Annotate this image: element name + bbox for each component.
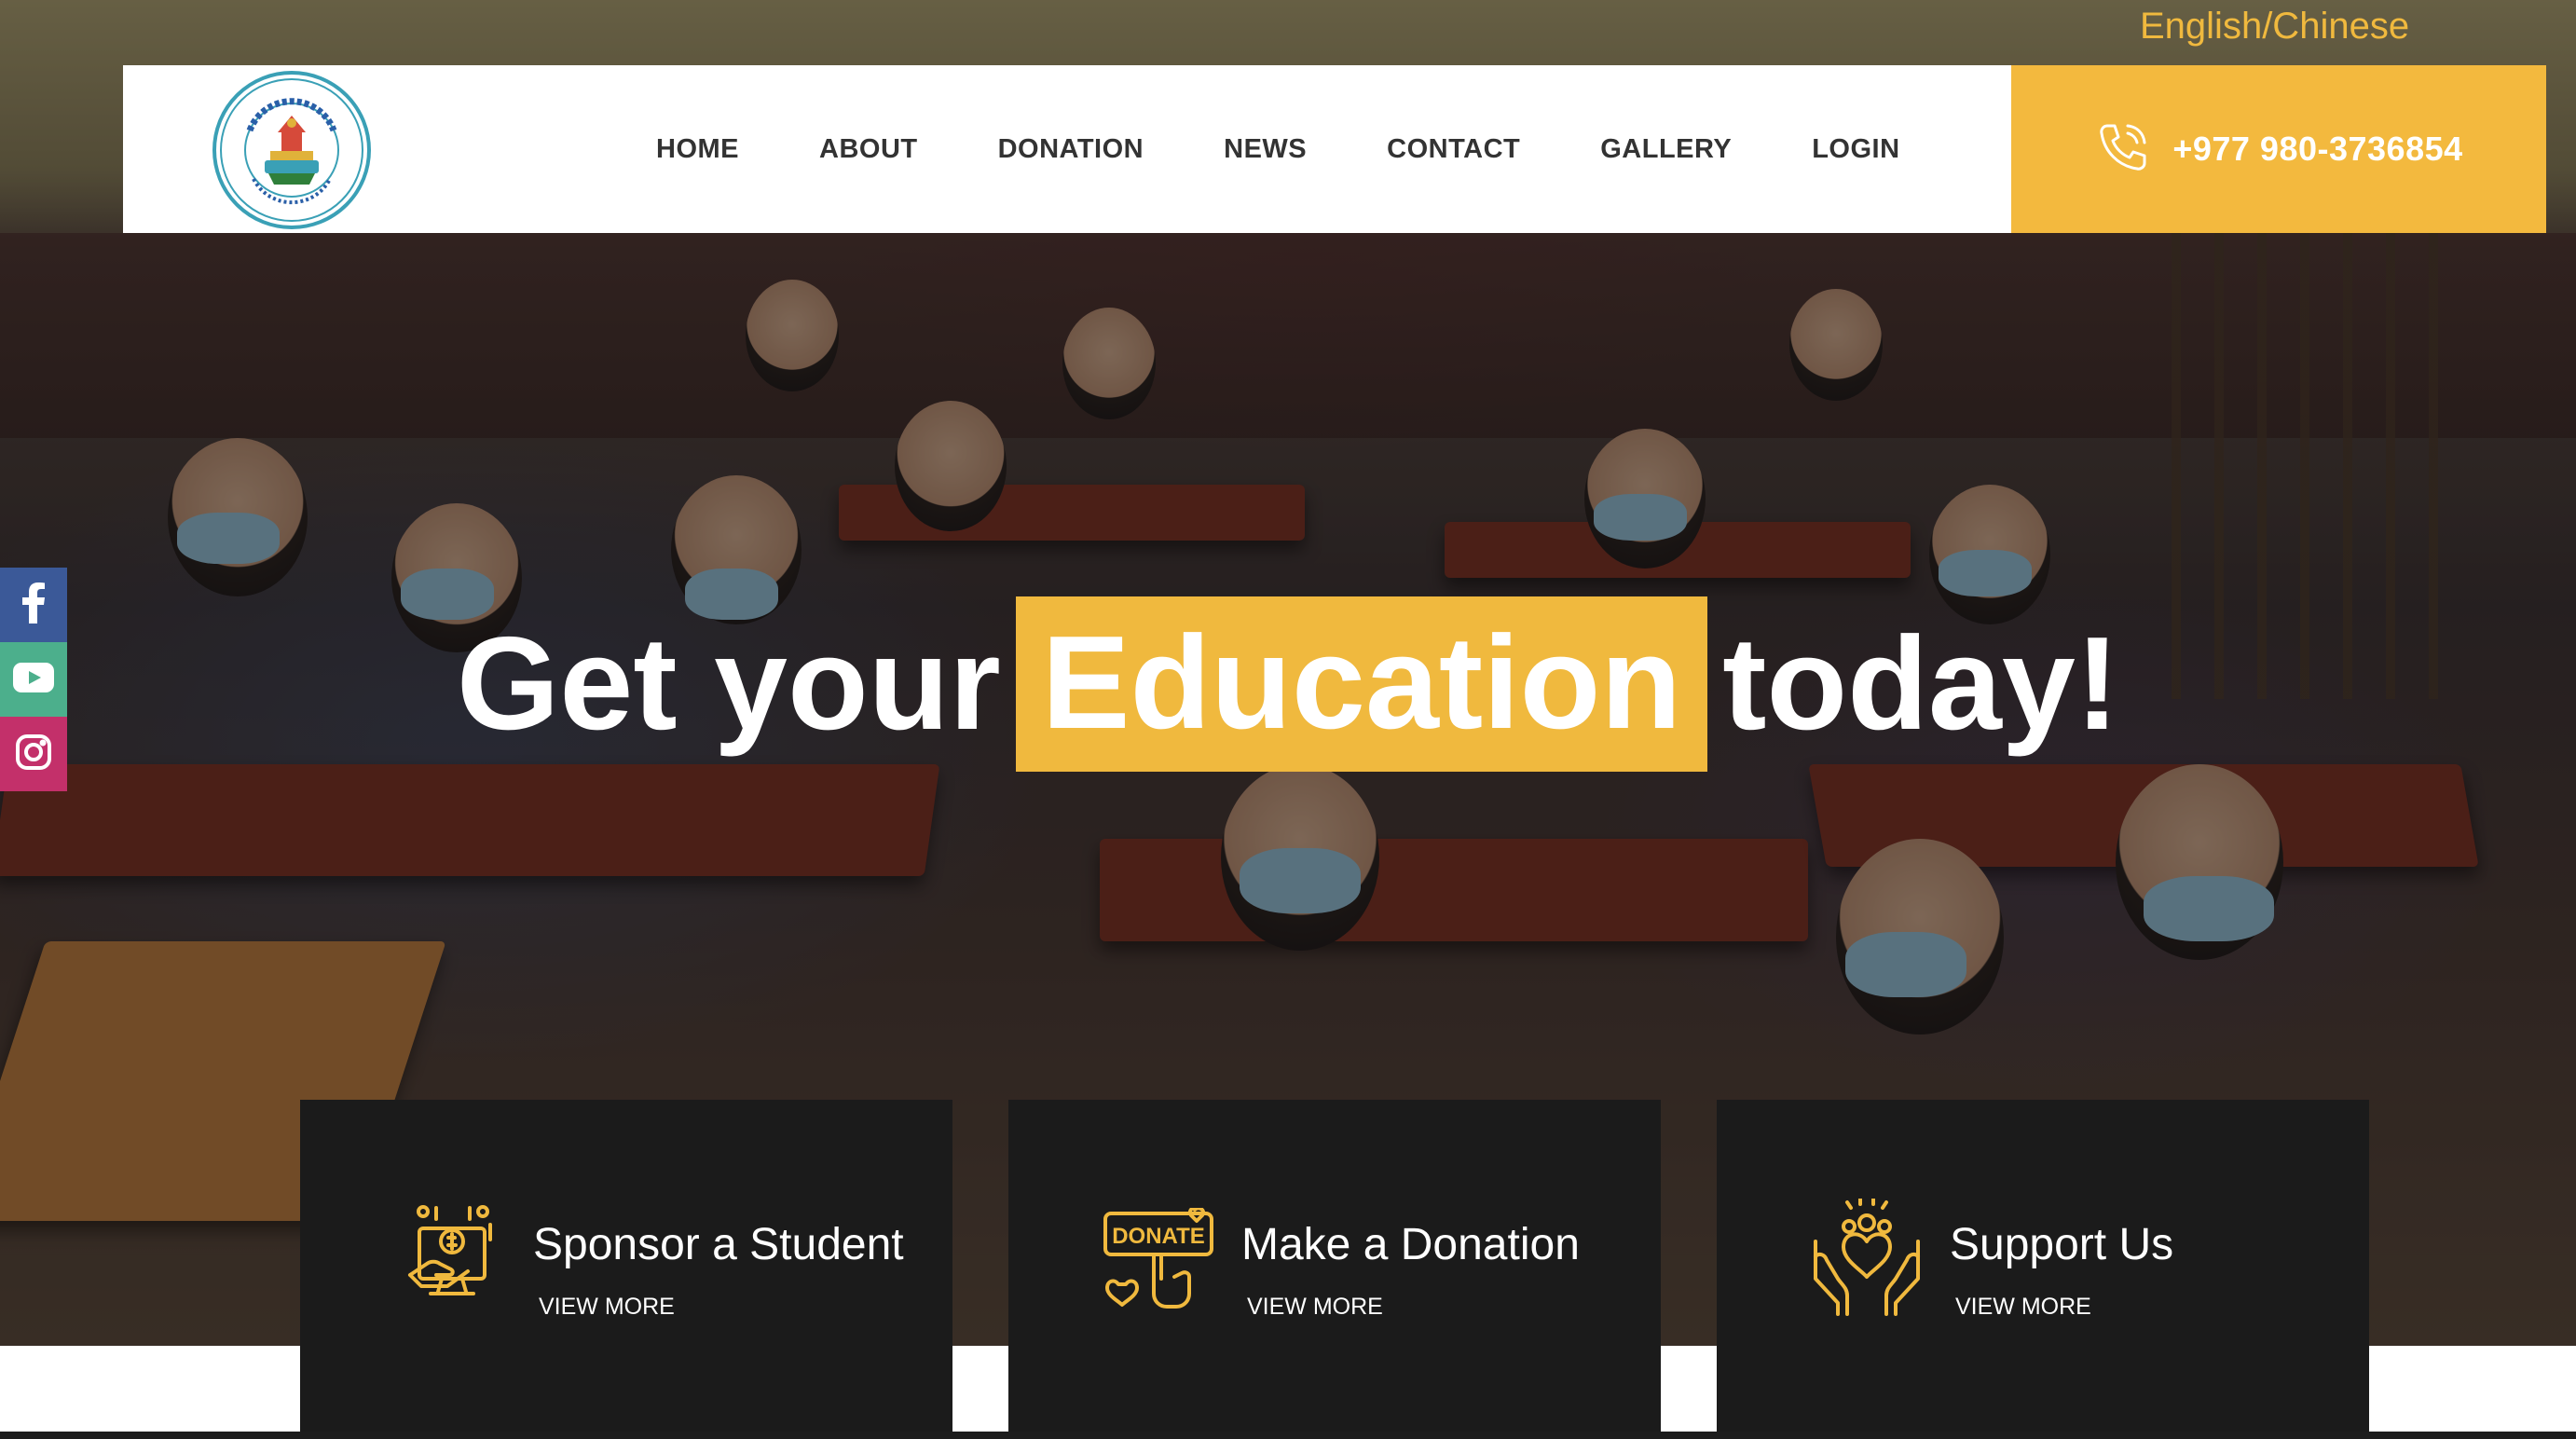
nav-contact[interactable]: CONTACT [1387, 134, 1520, 165]
headline-after: today! [1722, 610, 2120, 758]
sponsor-view-more[interactable]: VIEW MORE [539, 1294, 675, 1321]
headline-before: Get your [456, 610, 1001, 758]
sponsor-title: Sponsor a Student [533, 1220, 904, 1269]
hero-headline: Get your Education today! [0, 596, 2576, 772]
donate-icon: DONATE [1102, 1206, 1217, 1310]
support-icon [1806, 1197, 1927, 1316]
language-switch-link[interactable]: English/Chinese [2140, 6, 2409, 48]
nav-home[interactable]: HOME [656, 134, 739, 165]
nav-donation[interactable]: DONATION [998, 134, 1144, 165]
phone-contact-box[interactable]: +977 980-3736854 [2011, 65, 2546, 233]
support-card[interactable]: Support Us VIEW MORE [1717, 1100, 2369, 1432]
school-logo-emblem [220, 78, 363, 222]
sponsor-card[interactable]: Sponsor a Student VIEW MORE [300, 1100, 952, 1432]
nav-about[interactable]: ABOUT [819, 134, 918, 165]
donation-card[interactable]: DONATE Make a Donation VIEW MORE [1008, 1100, 1661, 1432]
sponsor-icon [403, 1202, 505, 1305]
support-title: Support Us [1950, 1220, 2174, 1269]
nav-news[interactable]: NEWS [1224, 134, 1307, 165]
svg-text:DONATE: DONATE [1112, 1224, 1205, 1249]
donation-view-more[interactable]: VIEW MORE [1247, 1294, 1383, 1321]
phone-number: +977 980-3736854 [2172, 130, 2463, 168]
phone-icon [2094, 118, 2152, 181]
donation-title: Make a Donation [1241, 1220, 1580, 1269]
main-nav: HOME ABOUT DONATION NEWS CONTACT GALLERY… [656, 65, 1900, 233]
school-logo[interactable] [212, 71, 371, 229]
headline-highlight: Education [1015, 596, 1708, 772]
support-view-more[interactable]: VIEW MORE [1955, 1294, 2091, 1321]
nav-gallery[interactable]: GALLERY [1600, 134, 1732, 165]
nav-login[interactable]: LOGIN [1812, 134, 1899, 165]
bottom-edge [0, 1432, 2576, 1439]
site-header: HOME ABOUT DONATION NEWS CONTACT GALLERY… [123, 65, 2011, 233]
